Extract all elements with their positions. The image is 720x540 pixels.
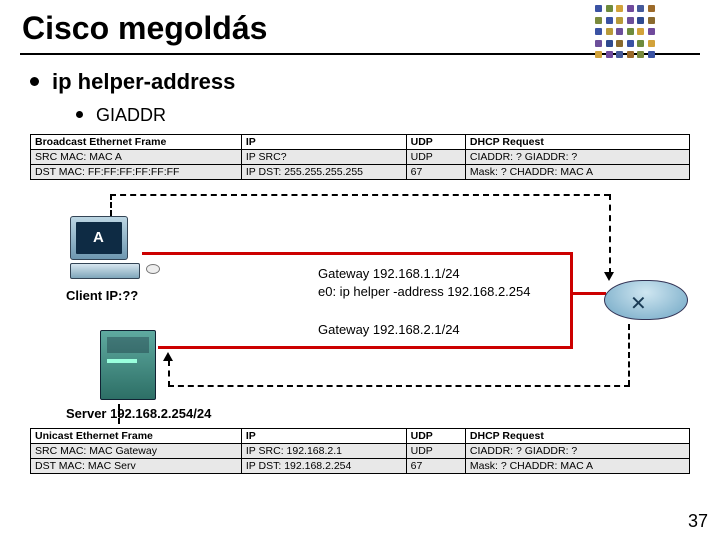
arrow-router-to-server — [168, 385, 630, 387]
topology: A Client IP:?? Gateway 192.168.1.1/24 e0… — [30, 180, 690, 430]
cell: IP SRC? — [241, 150, 406, 165]
cell: 67 — [406, 165, 465, 180]
th-frame: Unicast Ethernet Frame — [31, 429, 242, 444]
arrow-seg — [628, 324, 630, 386]
bullet-giaddr: GIADDR — [96, 105, 720, 126]
cell: Mask: ? CHADDR: MAC A — [465, 459, 689, 474]
cell: UDP — [406, 150, 465, 165]
cell: DST MAC: MAC Serv — [31, 459, 242, 474]
cell: SRC MAC: MAC Gateway — [31, 444, 242, 459]
cell: CIADDR: ? GIADDR: ? — [465, 444, 689, 459]
server-icon — [100, 330, 164, 400]
cell: DST MAC: FF:FF:FF:FF:FF:FF — [31, 165, 242, 180]
client-ip-label: Client IP:?? — [66, 288, 138, 303]
th-udp: UDP — [406, 135, 465, 150]
arrow-seg — [168, 360, 170, 387]
link-to-router — [570, 292, 606, 295]
cell: SRC MAC: MAC A — [31, 150, 242, 165]
packet-table-broadcast: Broadcast Ethernet Frame IP UDP DHCP Req… — [30, 134, 690, 180]
decor-dots — [595, 5, 655, 60]
th-ip: IP — [241, 429, 406, 444]
cell: CIADDR: ? GIADDR: ? — [465, 150, 689, 165]
arrow-seg — [110, 194, 112, 216]
pc-label: A — [93, 229, 104, 246]
cell: UDP — [406, 444, 465, 459]
arrow-seg — [609, 194, 611, 274]
client-pc-icon: A — [70, 216, 158, 279]
cell: IP SRC: 192.168.2.1 — [241, 444, 406, 459]
gw-bot-label: Gateway 192.168.2.1/24 — [318, 322, 460, 337]
arrowhead-icon — [163, 352, 173, 361]
link-top — [142, 252, 572, 255]
th-dhcp: DHCP Request — [465, 135, 689, 150]
helper-label: e0: ip helper -address 192.168.2.254 — [318, 284, 531, 299]
th-frame: Broadcast Ethernet Frame — [31, 135, 242, 150]
arrow-seg — [118, 404, 120, 424]
page-number: 37 — [688, 511, 708, 532]
router-icon: ✕ — [604, 280, 690, 330]
bullet-ip-helper: ip helper-address — [52, 69, 720, 95]
th-dhcp: DHCP Request — [465, 429, 689, 444]
link-vert — [570, 252, 573, 348]
th-ip: IP — [241, 135, 406, 150]
link-bottom — [158, 346, 573, 349]
cell: 67 — [406, 459, 465, 474]
cell: IP DST: 192.168.2.254 — [241, 459, 406, 474]
packet-table-unicast: Unicast Ethernet Frame IP UDP DHCP Reque… — [30, 428, 690, 474]
dhcp-relay-diagram: Broadcast Ethernet Frame IP UDP DHCP Req… — [30, 134, 690, 494]
th-udp: UDP — [406, 429, 465, 444]
arrow-client-to-router — [110, 194, 610, 196]
gw-top-label: Gateway 192.168.1.1/24 — [318, 266, 460, 281]
cell: Mask: ? CHADDR: MAC A — [465, 165, 689, 180]
cell: IP DST: 255.255.255.255 — [241, 165, 406, 180]
server-label: Server 192.168.2.254/24 — [66, 406, 211, 421]
